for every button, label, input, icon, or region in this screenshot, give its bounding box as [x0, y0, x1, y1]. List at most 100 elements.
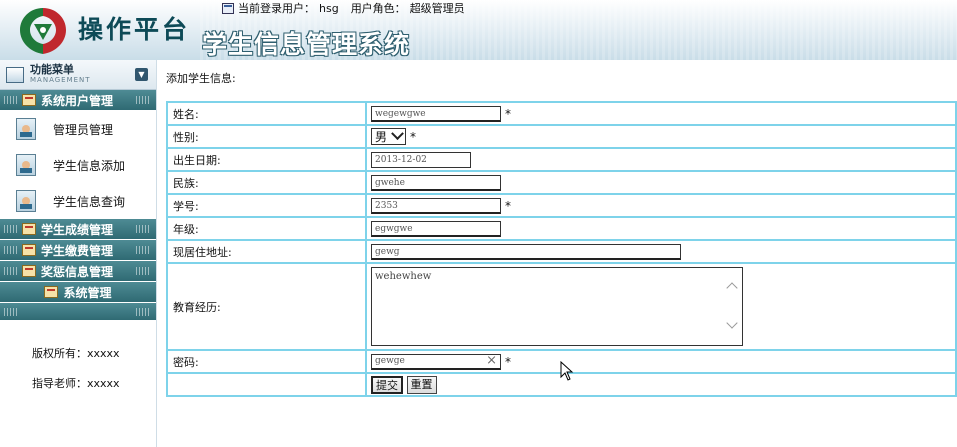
scroll-up-icon[interactable]: [726, 282, 738, 294]
dots-decoration: [4, 307, 18, 316]
sidebar-item-label: 学生信息查询: [53, 194, 126, 209]
dots-decoration: [136, 96, 150, 104]
required-mark: *: [410, 129, 417, 144]
advisor-text: 指导老师：xxxxx: [32, 377, 120, 390]
address-label: 现居住地址:: [166, 239, 367, 264]
password-value: gewge: [375, 356, 405, 366]
student-no-label: 学号:: [166, 193, 367, 218]
ethnicity-cell: gwehe: [365, 170, 957, 195]
form-row-ethnicity: 民族: gwehe: [166, 170, 957, 195]
user-icon: [16, 118, 36, 140]
education-cell: wehewhew: [365, 262, 957, 351]
dots-decoration: [136, 267, 150, 275]
menu-home-icon: [6, 66, 24, 83]
submit-button[interactable]: 提交: [371, 375, 403, 394]
reset-button[interactable]: 重置: [406, 375, 437, 394]
birth-input[interactable]: 2013-12-02: [371, 151, 471, 168]
group-label: 系统管理: [63, 285, 112, 300]
system-title: 学生信息管理系统: [202, 30, 411, 59]
form-row-birth: 出生日期: 2013-12-02: [166, 147, 957, 172]
group-label: 学生成绩管理: [41, 222, 114, 237]
required-mark: *: [505, 106, 511, 121]
dots-decoration: [4, 267, 18, 275]
current-user-label: 当前登录用户：: [238, 2, 315, 15]
role-value: 超级管理员: [409, 2, 465, 15]
password-cell: gewge × *: [365, 349, 957, 374]
ethnicity-input[interactable]: gwehe: [371, 174, 501, 191]
name-input[interactable]: wegewgwe: [371, 105, 501, 122]
mouse-cursor-icon: [560, 361, 574, 381]
student-no-input[interactable]: 2353: [371, 197, 501, 214]
folder-icon: [22, 223, 36, 235]
form-row-grade: 年级: egwgwe: [166, 216, 957, 241]
sidebar: 功能菜单 MANAGEMENT ▼ 系统用户管理 管理员管理 学生信息添加 学生…: [0, 60, 157, 447]
main-content: 添加学生信息: 姓名: wegewgwe * 性别: 男 * 出生日期: 2013-…: [157, 60, 957, 447]
dots-decoration: [4, 225, 18, 233]
sidebar-group-system-users[interactable]: 系统用户管理: [0, 90, 156, 111]
sidebar-item-label: 管理员管理: [53, 122, 114, 137]
grade-cell: egwgwe: [365, 216, 957, 241]
copyright-text: 版权所有：xxxxx: [32, 347, 120, 360]
birth-label: 出生日期:: [166, 147, 367, 172]
sidebar-footer-bar: [0, 303, 156, 321]
folder-icon: [22, 265, 36, 277]
sidebar-item-student-add[interactable]: 学生信息添加: [0, 147, 156, 183]
user-icon: [16, 190, 36, 212]
sidebar-group-fees[interactable]: 学生缴费管理: [0, 240, 156, 261]
group-label: 学生缴费管理: [41, 243, 114, 258]
gender-value: 男: [375, 130, 388, 144]
dots-decoration: [4, 96, 18, 104]
grade-label: 年级:: [166, 216, 367, 241]
sidebar-group-system[interactable]: 系统管理: [0, 282, 156, 303]
gender-label: 性别:: [166, 124, 367, 149]
current-user: hsg: [319, 1, 339, 15]
sidebar-footer: 版权所有：xxxxx 指导老师：xxxxx: [0, 321, 156, 399]
student-no-cell: 2353 *: [365, 193, 957, 218]
folder-icon: [44, 286, 59, 298]
scroll-down-icon[interactable]: [726, 317, 738, 329]
sidebar-group-scores[interactable]: 学生成绩管理: [0, 219, 156, 240]
folder-icon: [22, 244, 36, 256]
menu-title: 功能菜单: [30, 62, 74, 76]
group-label: 奖惩信息管理: [41, 264, 114, 279]
password-label: 密码:: [166, 349, 367, 374]
page-title: 添加学生信息:: [166, 72, 236, 85]
logo-icon: [20, 8, 66, 54]
folder-icon: [22, 94, 36, 106]
education-value: wehewhew: [375, 271, 432, 282]
clear-icon[interactable]: ×: [486, 354, 497, 367]
required-mark: *: [505, 198, 511, 213]
sidebar-item-label: 学生信息添加: [53, 158, 126, 173]
gender-select[interactable]: 男: [371, 127, 407, 145]
menu-subtitle: MANAGEMENT: [30, 75, 91, 84]
dots-decoration: [136, 307, 150, 316]
dots-decoration: [136, 225, 150, 233]
chevron-down-icon: [391, 127, 404, 141]
menu-title-block: 功能菜单 MANAGEMENT: [30, 64, 91, 86]
menu-header: 功能菜单 MANAGEMENT ▼: [0, 60, 156, 90]
ethnicity-label: 民族:: [166, 170, 367, 195]
address-cell: gewg: [365, 239, 957, 264]
actions-spacer: [166, 372, 367, 397]
brand-name: 操作平台: [78, 15, 191, 44]
collapse-icon[interactable]: ▼: [135, 68, 148, 81]
form-row-name: 姓名: wegewgwe *: [166, 101, 957, 126]
birth-cell: 2013-12-02: [365, 147, 957, 172]
app-header: 操作平台 当前登录用户： hsg 用户角色： 超级管理员 学生信息管理系统: [0, 0, 957, 60]
form-row-student-no: 学号: 2353 *: [166, 193, 957, 218]
dots-decoration: [4, 246, 18, 254]
form-row-gender: 性别: 男 *: [166, 124, 957, 149]
address-input[interactable]: gewg: [371, 243, 681, 260]
education-textarea[interactable]: wehewhew: [371, 267, 743, 346]
student-form: 姓名: wegewgwe * 性别: 男 * 出生日期: 2013-12-02 民族…: [166, 101, 957, 397]
group-label: 系统用户管理: [41, 93, 114, 108]
sidebar-item-student-query[interactable]: 学生信息查询: [0, 183, 156, 219]
education-label: 教育经历:: [166, 262, 367, 351]
grade-input[interactable]: egwgwe: [371, 220, 501, 237]
sidebar-item-admin-manage[interactable]: 管理员管理: [0, 111, 156, 147]
password-input[interactable]: gewge ×: [371, 353, 501, 370]
sidebar-group-rewards[interactable]: 奖惩信息管理: [0, 261, 156, 282]
name-cell: wegewgwe *: [365, 101, 957, 126]
user-icon: [16, 154, 36, 176]
role-label: 用户角色：: [350, 2, 406, 15]
